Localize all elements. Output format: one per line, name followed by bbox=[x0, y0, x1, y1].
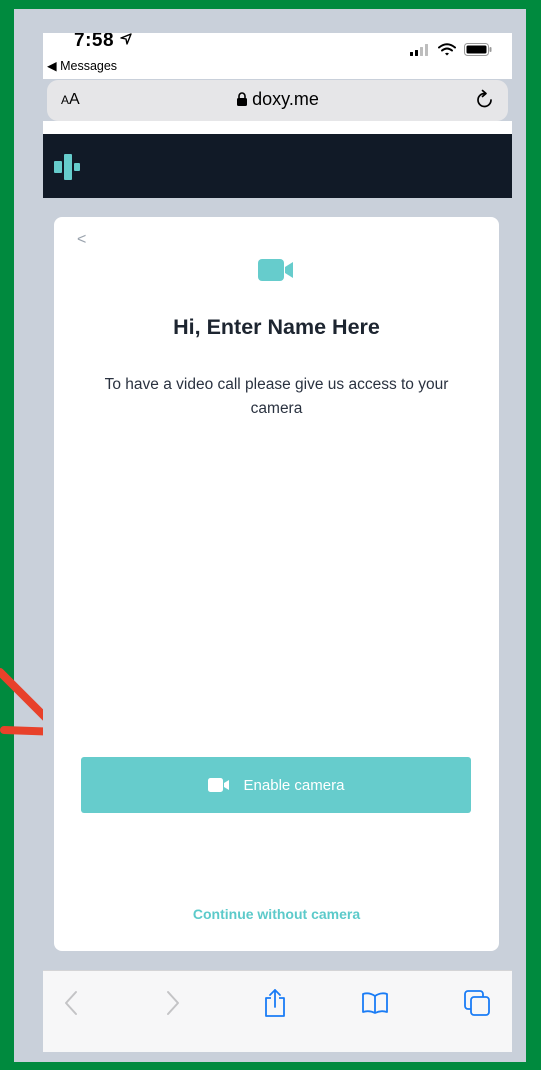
address-bar[interactable]: AA doxy.me bbox=[47, 80, 508, 121]
chevron-right-icon bbox=[167, 991, 179, 1015]
forward-nav-button[interactable] bbox=[153, 983, 193, 1023]
location-arrow-icon bbox=[120, 33, 132, 45]
enable-camera-button[interactable]: Enable camera bbox=[81, 757, 471, 813]
doxy-logo-icon bbox=[54, 154, 80, 180]
book-icon bbox=[362, 992, 388, 1014]
back-to-messages-link[interactable]: ◀ Messages bbox=[47, 58, 117, 73]
share-button[interactable] bbox=[255, 983, 295, 1023]
back-button[interactable]: < bbox=[77, 231, 86, 249]
status-time: 7:58 bbox=[74, 33, 132, 52]
wifi-icon bbox=[438, 43, 456, 56]
video-camera-icon bbox=[258, 259, 293, 281]
camera-permission-card: < Hi, Enter Name Here To have a video ca… bbox=[54, 217, 499, 951]
share-icon bbox=[265, 989, 285, 1017]
video-camera-icon bbox=[207, 778, 229, 792]
browser-chrome-strip bbox=[43, 121, 512, 134]
app-header bbox=[43, 134, 512, 198]
reload-icon bbox=[477, 89, 492, 108]
continue-without-camera-link[interactable]: Continue without camera bbox=[54, 906, 499, 922]
chevron-left-icon bbox=[65, 991, 77, 1015]
tabs-button[interactable] bbox=[457, 983, 497, 1023]
camera-access-description: To have a video call please give us acce… bbox=[104, 376, 449, 417]
phone-screen: 7:58 ◀ Messages AA doxy.me < Hi, Enter N… bbox=[43, 33, 512, 1052]
browser-toolbar bbox=[43, 970, 512, 1052]
status-bar: 7:58 ◀ Messages AA doxy.me bbox=[43, 33, 512, 121]
bookmarks-button[interactable] bbox=[355, 983, 395, 1023]
tabs-icon bbox=[464, 990, 490, 1016]
back-nav-button[interactable] bbox=[51, 983, 91, 1023]
enable-camera-label: Enable camera bbox=[243, 776, 345, 794]
battery-icon bbox=[464, 43, 492, 56]
cellular-signal-icon bbox=[410, 43, 428, 56]
lock-icon bbox=[237, 92, 248, 106]
reload-button[interactable] bbox=[474, 88, 496, 115]
url-display[interactable]: doxy.me bbox=[47, 89, 508, 110]
greeting-title: Hi, Enter Name Here bbox=[173, 315, 380, 339]
system-icons bbox=[410, 43, 492, 56]
